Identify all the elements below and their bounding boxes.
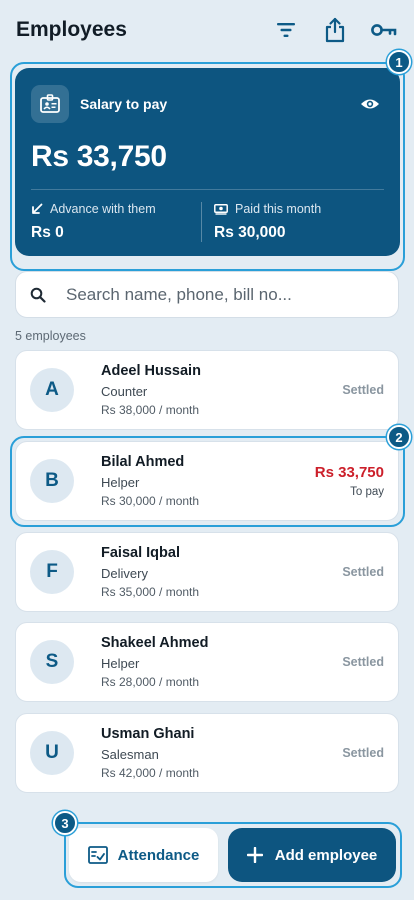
attendance-icon xyxy=(87,846,108,864)
employee-salary: Rs 38,000 / month xyxy=(101,403,200,417)
employee-row[interactable]: B Bilal Ahmed Helper Rs 30,000 / month R… xyxy=(15,441,399,521)
employee-salary: Rs 42,000 / month xyxy=(101,766,200,780)
avatar: U xyxy=(30,731,74,775)
employee-role: Delivery xyxy=(101,566,148,581)
step-marker-3: 3 xyxy=(53,811,77,835)
salary-amount: Rs 33,750 xyxy=(31,140,167,173)
employee-name: Bilal Ahmed xyxy=(101,454,185,470)
filter-icon xyxy=(277,23,295,37)
key-icon xyxy=(371,24,397,36)
employee-salary: Rs 35,000 / month xyxy=(101,585,200,599)
employee-name: Adeel Hussain xyxy=(101,363,201,379)
plus-icon xyxy=(246,847,263,863)
employee-name: Shakeel Ahmed xyxy=(101,635,209,651)
share-icon xyxy=(325,17,345,43)
paid-value: Rs 30,000 xyxy=(214,224,286,241)
share-button[interactable] xyxy=(321,16,349,44)
paid-label: Paid this month xyxy=(235,202,322,216)
employee-row[interactable]: A Adeel Hussain Counter Rs 38,000 / mont… xyxy=(15,350,399,430)
employee-count: 5 employees xyxy=(15,329,86,343)
avatar: B xyxy=(30,459,74,503)
paid-section: Paid this month Rs 30,000 xyxy=(201,202,384,242)
salary-summary-card: Salary to pay Rs 33,750 Advance with the… xyxy=(15,68,400,256)
filter-button[interactable] xyxy=(272,16,300,44)
add-employee-button[interactable]: Add employee xyxy=(228,828,396,882)
employee-role: Helper xyxy=(101,656,140,671)
search-bar[interactable]: Search name, phone, bill no... xyxy=(15,271,399,318)
step-marker-2: 2 xyxy=(387,425,411,449)
employee-row[interactable]: S Shakeel Ahmed Helper Rs 28,000 / month… xyxy=(15,622,399,702)
page-title: Employees xyxy=(16,18,127,41)
avatar: F xyxy=(30,550,74,594)
advance-value: Rs 0 xyxy=(31,224,64,241)
arrow-down-left-icon xyxy=(32,203,43,214)
status-badge: Settled xyxy=(342,383,384,397)
attendance-label: Attendance xyxy=(117,846,200,864)
app-header: Employees xyxy=(0,0,414,60)
employee-role: Counter xyxy=(101,384,148,399)
eye-icon[interactable] xyxy=(356,90,384,118)
add-employee-label: Add employee xyxy=(274,846,378,864)
employee-name: Faisal Iqbal xyxy=(101,545,180,561)
advance-section: Advance with them Rs 0 xyxy=(31,202,201,242)
advance-label: Advance with them xyxy=(50,202,156,216)
cash-icon xyxy=(214,203,228,215)
employee-salary: Rs 28,000 / month xyxy=(101,675,200,689)
search-input[interactable]: Search name, phone, bill no... xyxy=(66,285,292,305)
employee-role: Helper xyxy=(101,475,140,490)
employee-salary: Rs 30,000 / month xyxy=(101,494,200,508)
employee-row[interactable]: U Usman Ghani Salesman Rs 42,000 / month… xyxy=(15,713,399,793)
avatar: S xyxy=(30,640,74,684)
attendance-button[interactable]: Attendance xyxy=(69,828,218,882)
id-card-icon xyxy=(31,85,69,123)
step-marker-1: 1 xyxy=(387,50,411,74)
due-label: To pay xyxy=(350,486,384,498)
key-button[interactable] xyxy=(370,16,398,44)
employee-row[interactable]: F Faisal Iqbal Delivery Rs 35,000 / mont… xyxy=(15,532,399,612)
employee-role: Salesman xyxy=(101,747,159,762)
status-badge: Settled xyxy=(342,655,384,669)
status-badge: Settled xyxy=(342,746,384,760)
avatar: A xyxy=(30,368,74,412)
status-badge: Settled xyxy=(342,565,384,579)
salary-label: Salary to pay xyxy=(80,96,168,112)
search-icon xyxy=(30,287,46,303)
employee-name: Usman Ghani xyxy=(101,726,195,742)
due-amount: Rs 33,750 xyxy=(314,464,384,481)
divider xyxy=(31,189,384,190)
